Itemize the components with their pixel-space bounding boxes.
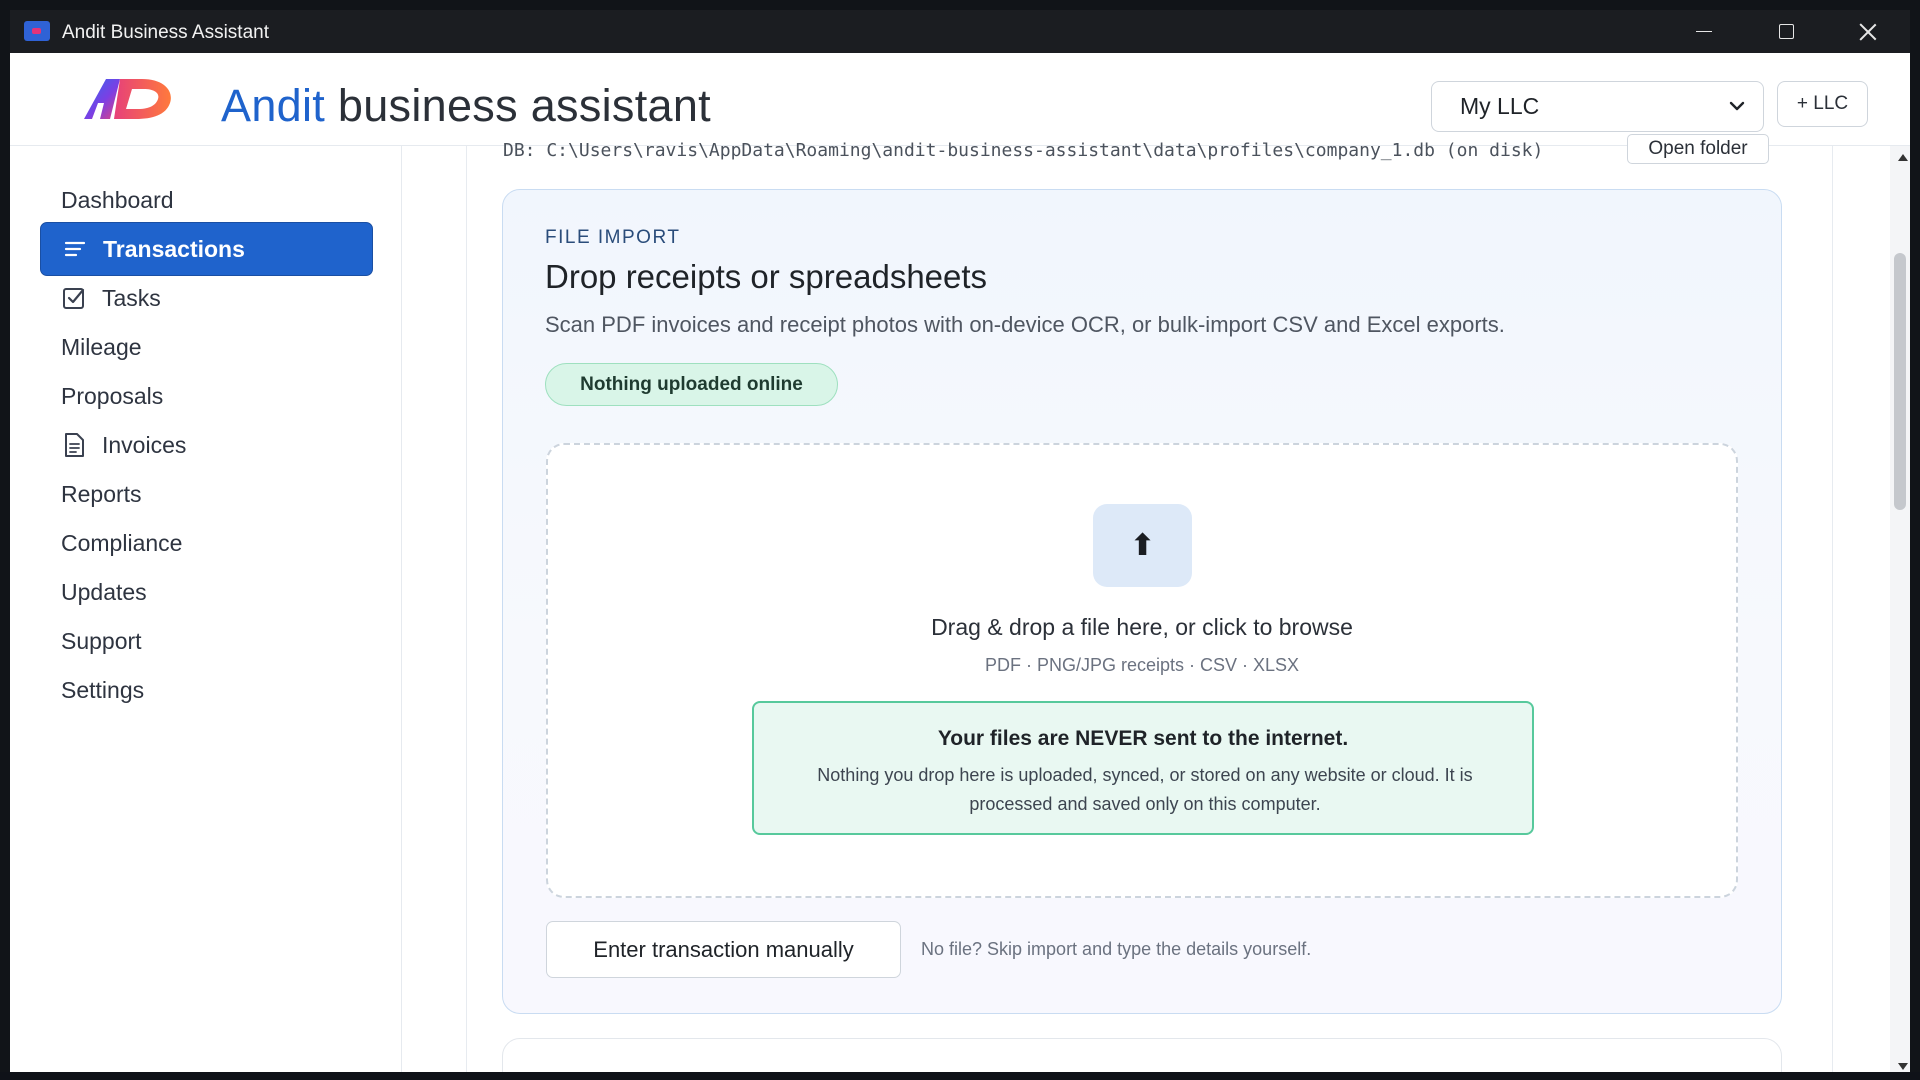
scrollbar-thumb[interactable] (1894, 253, 1906, 510)
sidebar-item-invoices[interactable]: Invoices (40, 418, 373, 472)
andit-logo-icon (84, 79, 171, 119)
scroll-down-arrow-icon[interactable] (1898, 1063, 1908, 1070)
sidebar-item-label: Proposals (61, 382, 164, 409)
manual-entry-hint: No file? Skip import and type the detail… (921, 939, 1312, 959)
minimize-button[interactable] (1664, 10, 1744, 53)
sidebar-item-dashboard[interactable]: Dashboard (40, 173, 373, 227)
privacy-notice: Your files are NEVER sent to the interne… (752, 701, 1534, 835)
app-header: Andit business assistant My LLC + LLC (10, 53, 1910, 146)
sidebar-item-label: Updates (61, 578, 147, 605)
company-select[interactable]: My LLC (1431, 81, 1764, 132)
enter-manually-button[interactable]: Enter transaction manually (546, 921, 901, 978)
dropzone-title[interactable]: Drag & drop a file here, or click to bro… (546, 614, 1738, 641)
sidebar-item-transactions[interactable]: Transactions (40, 222, 373, 276)
sidebar-item-settings[interactable]: Settings (40, 663, 373, 717)
sidebar-item-mileage[interactable]: Mileage (40, 320, 373, 374)
import-title: Drop receipts or spreadsheets (545, 258, 988, 295)
sidebar-item-label: Compliance (61, 529, 183, 556)
app-title-accent: Andit (221, 80, 326, 131)
window-title: Andit Business Assistant (62, 22, 269, 43)
sidebar-item-support[interactable]: Support (40, 614, 373, 668)
title-bar: Andit Business Assistant (10, 10, 1910, 53)
sidebar-item-label: Dashboard (61, 186, 174, 213)
sidebar-item-proposals[interactable]: Proposals (40, 369, 373, 423)
close-button[interactable] (1828, 10, 1908, 53)
db-path-text: DB: C:\Users\ravis\AppData\Roaming\andit… (503, 140, 1544, 161)
app-title-rest: business assistant (325, 80, 711, 131)
sidebar-item-label: Reports (61, 480, 142, 507)
maximize-icon (1778, 24, 1794, 39)
sidebar-item-label: Support (61, 627, 142, 654)
sidebar-item-label: Invoices (102, 431, 187, 458)
checkbox-icon (61, 285, 87, 311)
privacy-notice-title: Your files are NEVER sent to the interne… (937, 727, 1349, 750)
sidebar-item-reports[interactable]: Reports (40, 467, 373, 521)
sidebar-item-label: Mileage (61, 333, 142, 360)
sidebar-item-compliance[interactable]: Compliance (40, 516, 373, 570)
company-select-value: My LLC (1460, 93, 1540, 119)
sidebar-item-label: Transactions (103, 235, 245, 262)
scroll-up-arrow-icon[interactable] (1898, 154, 1908, 161)
document-icon (61, 432, 87, 458)
sidebar-item-label: Settings (61, 676, 145, 703)
close-icon (1858, 22, 1878, 42)
sidebar-item-tasks[interactable]: Tasks (40, 271, 373, 325)
dropzone-formats: PDF · PNG/JPG receipts · CSV · XLSX (984, 655, 1300, 675)
minimize-icon (1696, 30, 1712, 33)
sidebar-item-updates[interactable]: Updates (40, 565, 373, 619)
sidebar-nav: Dashboard Transactions Tasks Mileage Pro… (10, 146, 402, 1072)
maximize-button[interactable] (1746, 10, 1826, 53)
chevron-down-icon (1729, 101, 1745, 111)
add-company-button[interactable]: + LLC (1777, 81, 1868, 127)
section-kicker: FILE IMPORT (545, 227, 681, 248)
screen-bottom-edge (0, 1072, 1920, 1080)
sidebar-item-label: Tasks (102, 284, 161, 311)
import-description: Scan PDF invoices and receipt photos wit… (545, 312, 1505, 337)
app-window-icon (24, 21, 50, 41)
open-folder-button[interactable]: Open folder (1627, 134, 1769, 164)
app-title: Andit business assistant (221, 80, 711, 132)
offline-status-badge: Nothing uploaded online (545, 363, 838, 406)
list-icon (62, 236, 88, 262)
privacy-notice-body: Nothing you drop here is uploaded, synce… (817, 765, 1473, 814)
upload-arrow-icon[interactable]: ⬆ (1093, 504, 1192, 587)
